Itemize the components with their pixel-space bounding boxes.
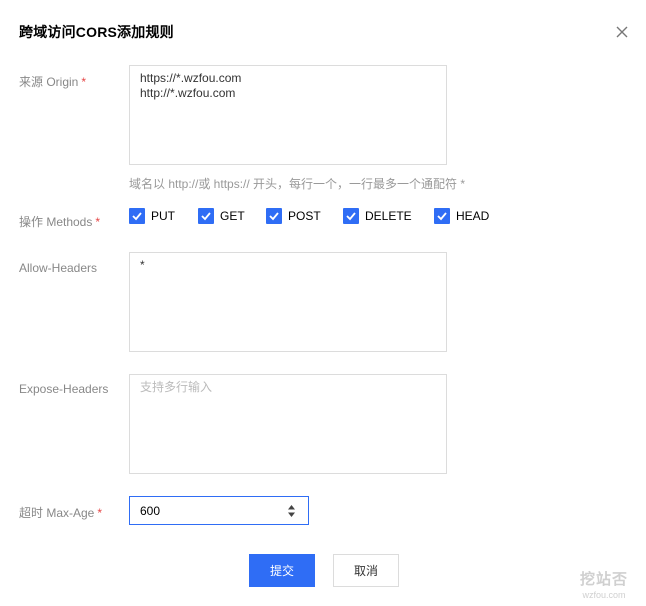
submit-button[interactable]: 提交 <box>249 554 315 587</box>
methods-label-text: 操作 Methods <box>19 215 93 229</box>
dialog-title: 跨域访问CORS添加规则 <box>19 24 174 40</box>
close-icon[interactable] <box>614 24 630 40</box>
method-post-label: POST <box>288 209 321 223</box>
expose-headers-textarea[interactable]: 支持多行输入 <box>129 374 447 474</box>
origin-required-mark: * <box>81 75 87 89</box>
allow-headers-label: Allow-Headers <box>19 261 98 275</box>
cors-rule-dialog: 跨域访问CORS添加规则 来源 Origin * https://*.wzfou.… <box>0 0 646 606</box>
expose-headers-label: Expose-Headers <box>19 382 109 396</box>
checkbox-checked-icon <box>129 208 145 224</box>
max-age-label-text: 超时 Max-Age <box>19 506 95 520</box>
method-delete-checkbox[interactable]: DELETE <box>343 208 434 224</box>
watermark-top-text: 挖站否 <box>579 571 628 588</box>
origin-label-text: 来源 Origin <box>19 75 79 89</box>
methods-required-mark: * <box>95 215 101 229</box>
method-put-label: PUT <box>151 209 175 223</box>
watermark-bottom-text: wzfou.com <box>582 590 626 600</box>
max-age-value: 600 <box>140 503 161 518</box>
method-delete-label: DELETE <box>365 209 412 223</box>
origin-label: 来源 Origin * <box>19 73 86 90</box>
checkbox-checked-icon <box>343 208 359 224</box>
spinner-arrows-icon[interactable] <box>287 504 296 518</box>
max-age-label: 超时 Max-Age * <box>19 504 102 521</box>
method-head-checkbox[interactable]: HEAD <box>434 208 489 224</box>
methods-checkbox-group: PUT GET POST DELETE HEAD <box>129 208 489 224</box>
allow-headers-textarea[interactable]: * <box>129 252 447 352</box>
max-age-number-input[interactable]: 600 <box>129 496 309 525</box>
checkbox-checked-icon <box>198 208 214 224</box>
origin-hint: 域名以 http://或 https:// 开头，每行一个，一行最多一个通配符 … <box>129 177 466 191</box>
watermark-logo: 挖站否 wzfou.com <box>576 568 632 600</box>
method-post-checkbox[interactable]: POST <box>266 208 343 224</box>
method-get-label: GET <box>220 209 245 223</box>
origin-textarea[interactable]: https://*.wzfou.com http://*.wzfou.com <box>129 65 447 165</box>
checkbox-checked-icon <box>434 208 450 224</box>
method-get-checkbox[interactable]: GET <box>198 208 266 224</box>
cancel-button[interactable]: 取消 <box>333 554 399 587</box>
methods-label: 操作 Methods * <box>19 213 100 230</box>
method-head-label: HEAD <box>456 209 490 223</box>
max-age-required-mark: * <box>97 506 103 520</box>
checkbox-checked-icon <box>266 208 282 224</box>
method-put-checkbox[interactable]: PUT <box>129 208 198 224</box>
